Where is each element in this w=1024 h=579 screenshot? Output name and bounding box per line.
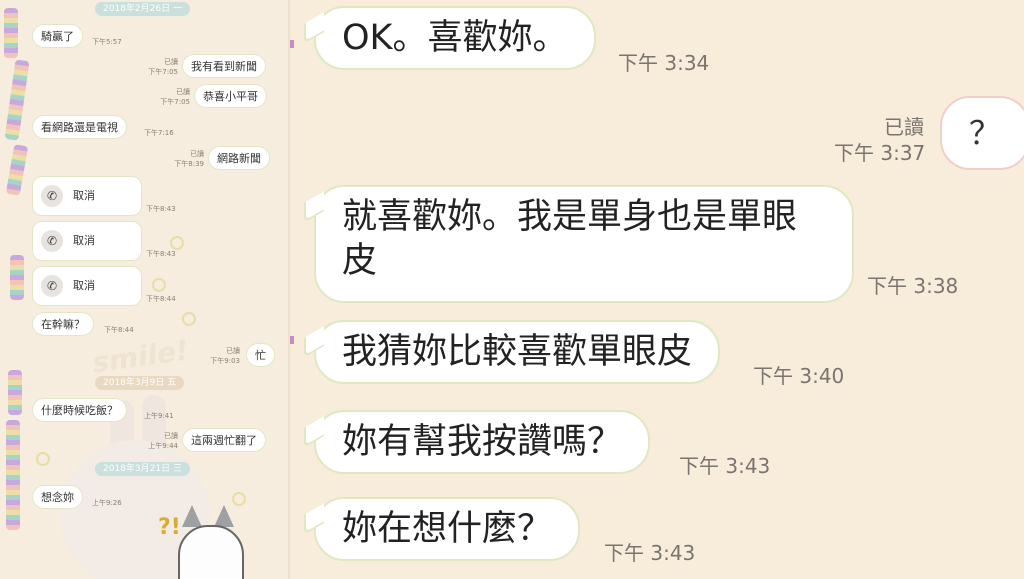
sent-message[interactable]: 我有看到新聞	[182, 54, 266, 78]
sent-message[interactable]: ？	[940, 96, 1024, 170]
sent-message[interactable]: 網路新聞	[208, 146, 270, 170]
missed-call-card[interactable]: ✆ 取消	[32, 176, 142, 216]
sparkle-icon	[36, 452, 50, 466]
call-label: 取消	[73, 279, 95, 292]
message-time: 下午7:16	[144, 129, 174, 137]
sent-message[interactable]: 恭喜小平哥	[194, 84, 267, 108]
message-time: 下午 3:43	[604, 541, 696, 565]
sparkle-icon	[232, 492, 246, 506]
date-divider: 2018年3月9日 五	[95, 376, 185, 390]
avatar[interactable]	[8, 370, 22, 415]
sparkle-icon	[182, 312, 196, 326]
avatar[interactable]	[4, 59, 30, 141]
phone-icon: ✆	[41, 185, 63, 207]
cat-illustration	[178, 525, 244, 579]
sent-message[interactable]: 這兩週忙翻了	[182, 428, 266, 452]
call-label: 取消	[73, 234, 95, 247]
avatar[interactable]	[4, 8, 18, 58]
received-message[interactable]: 看網路還是電視	[32, 115, 127, 139]
received-message[interactable]: 什麼時候吃飯？	[32, 398, 127, 422]
edge-marker	[290, 40, 294, 48]
received-message[interactable]: 就喜歡妳。我是單身也是單眼皮	[314, 185, 854, 303]
sent-message[interactable]: 忙	[246, 343, 275, 367]
call-label: 取消	[73, 189, 95, 202]
read-receipt: 已讀	[164, 58, 178, 66]
read-receipt: 已讀	[226, 347, 240, 355]
read-receipt: 已讀	[190, 150, 204, 158]
message-time: 上午9:44	[148, 442, 178, 450]
date-divider: 2018年3月21日 三	[95, 462, 190, 476]
avatar[interactable]	[10, 255, 24, 300]
read-receipt: 已讀	[176, 88, 190, 96]
received-message[interactable]: 想念妳	[32, 485, 83, 509]
sparkle-icon	[152, 278, 166, 292]
message-time: 下午7:05	[160, 98, 190, 106]
message-time: 下午 3:34	[618, 51, 710, 75]
message-time: 上午9:26	[92, 499, 122, 507]
date-divider: 2018年2月26日 一	[95, 2, 190, 16]
message-time: 上午9:41	[144, 412, 174, 420]
message-time: 下午 3:38	[867, 274, 959, 298]
message-time: 下午 3:43	[679, 454, 771, 478]
received-message[interactable]: 在幹嘛？	[32, 312, 94, 336]
received-message[interactable]: 妳在想什麼？	[314, 497, 581, 561]
read-receipt: 已讀	[884, 115, 924, 139]
message-time: 下午8:43	[146, 205, 176, 213]
edge-marker	[290, 336, 294, 344]
missed-call-card[interactable]: ✆ 取消	[32, 221, 142, 261]
left-chat-panel: smile! ?! 2018年2月26日 一 2018年3月9日 五 2018年…	[0, 0, 290, 579]
received-message[interactable]: 妳有幫我按讚嗎？	[314, 410, 651, 474]
message-time: 下午8:44	[104, 326, 134, 334]
cat-ear-left	[182, 505, 202, 527]
sparkle-icon	[170, 236, 184, 250]
smile-watermark: smile!	[90, 333, 191, 380]
right-chat-panel: OK。喜歡妳。 下午 3:34 已讀 下午 3:37 ？ 就喜歡妳。我是單身也是…	[290, 0, 1024, 579]
avatar[interactable]	[6, 420, 20, 530]
question-exclaim-icon: ?!	[158, 515, 181, 540]
message-time: 下午8:39	[174, 160, 204, 168]
phone-icon: ✆	[41, 230, 63, 252]
received-message[interactable]: 騎贏了	[32, 24, 83, 48]
phone-icon: ✆	[41, 275, 63, 297]
received-message[interactable]: OK。喜歡妳。	[314, 6, 596, 70]
message-time: 下午8:44	[146, 295, 176, 303]
avatar[interactable]	[5, 144, 29, 196]
read-receipt: 已讀	[164, 432, 178, 440]
missed-call-card[interactable]: ✆ 取消	[32, 266, 142, 306]
received-message[interactable]: 我猜妳比較喜歡單眼皮	[314, 320, 721, 384]
message-time: 下午 3:37	[834, 141, 926, 165]
cat-ear-right	[214, 505, 234, 527]
message-time: 下午9:03	[210, 357, 240, 365]
message-time: 下午7:05	[148, 68, 178, 76]
message-time: 下午5:57	[92, 38, 122, 46]
message-time: 下午 3:40	[753, 364, 845, 388]
message-time: 下午8:43	[146, 250, 176, 258]
